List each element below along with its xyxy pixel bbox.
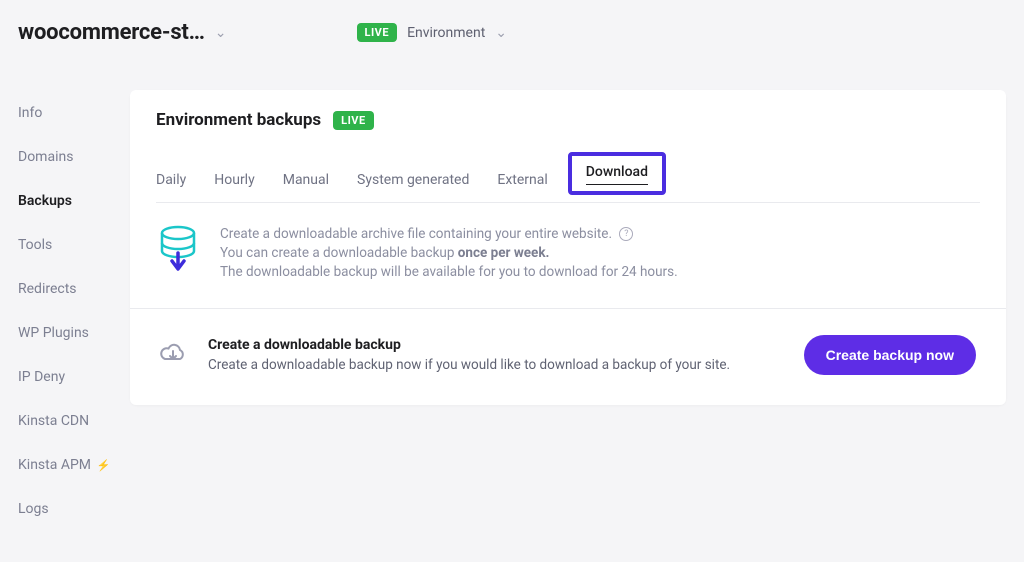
environment-label: Environment bbox=[407, 25, 485, 41]
tab-hourly[interactable]: Hourly bbox=[214, 172, 254, 202]
sidebar-item-kinsta-cdn[interactable]: Kinsta CDN bbox=[18, 413, 130, 429]
lightning-icon: ⚡ bbox=[97, 459, 111, 472]
info-line3: The downloadable backup will be availabl… bbox=[220, 263, 678, 282]
sidebar-item-kinsta-apm[interactable]: Kinsta APM ⚡ bbox=[18, 457, 130, 473]
page-title: Environment backups bbox=[156, 110, 321, 130]
sidebar-item-label: Kinsta APM bbox=[18, 457, 91, 473]
help-icon[interactable]: ? bbox=[619, 227, 633, 241]
sidebar-item-info[interactable]: Info bbox=[18, 105, 130, 121]
sidebar: Info Domains Backups Tools Redirects WP … bbox=[0, 55, 130, 517]
chevron-down-icon: ⌄ bbox=[495, 25, 507, 41]
backups-card: Environment backups LIVE Daily Hourly Ma… bbox=[130, 90, 1006, 405]
sidebar-item-tools[interactable]: Tools bbox=[18, 237, 130, 253]
site-selector[interactable]: woocommerce-st… ⌄ bbox=[18, 20, 227, 45]
chevron-down-icon: ⌄ bbox=[215, 25, 227, 41]
info-line1: Create a downloadable archive file conta… bbox=[220, 226, 612, 242]
tab-external[interactable]: External bbox=[497, 172, 547, 202]
create-backup-title: Create a downloadable backup bbox=[208, 337, 784, 353]
site-name: woocommerce-st… bbox=[18, 20, 205, 45]
info-line2-pre: You can create a downloadable backup bbox=[220, 245, 458, 261]
sidebar-item-ip-deny[interactable]: IP Deny bbox=[18, 369, 130, 385]
sidebar-item-logs[interactable]: Logs bbox=[18, 501, 130, 517]
tab-system-generated[interactable]: System generated bbox=[357, 172, 469, 202]
sidebar-item-redirects[interactable]: Redirects bbox=[18, 281, 130, 297]
cloud-download-icon bbox=[158, 338, 188, 372]
sidebar-item-wp-plugins[interactable]: WP Plugins bbox=[18, 325, 130, 341]
environment-selector[interactable]: LIVE Environment ⌄ bbox=[357, 23, 508, 42]
live-badge: LIVE bbox=[333, 111, 374, 130]
create-backup-button[interactable]: Create backup now bbox=[804, 335, 976, 375]
live-badge: LIVE bbox=[357, 23, 398, 42]
backup-tabs: Daily Hourly Manual System generated Ext… bbox=[156, 152, 980, 203]
download-info-text: Create a downloadable archive file conta… bbox=[220, 225, 678, 282]
database-download-icon bbox=[158, 225, 198, 282]
tab-manual[interactable]: Manual bbox=[283, 172, 329, 202]
tab-download[interactable]: Download bbox=[586, 164, 648, 185]
info-line2-strong: once per week. bbox=[458, 245, 550, 261]
create-backup-subtitle: Create a downloadable backup now if you … bbox=[208, 357, 784, 373]
tab-download-highlight: Download bbox=[568, 152, 666, 195]
tab-daily[interactable]: Daily bbox=[156, 172, 186, 202]
sidebar-item-domains[interactable]: Domains bbox=[18, 149, 130, 165]
sidebar-item-backups[interactable]: Backups bbox=[18, 193, 130, 209]
